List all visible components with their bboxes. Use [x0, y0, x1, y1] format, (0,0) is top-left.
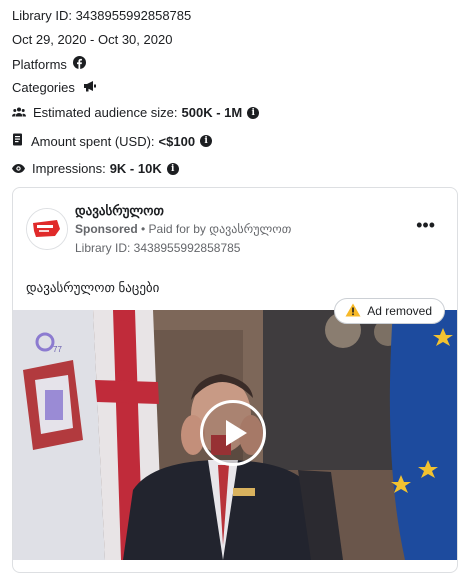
facebook-icon — [72, 56, 86, 72]
ad-library-id: Library ID: 3438955992858785 — [75, 241, 241, 255]
platforms-row: Platforms — [12, 56, 86, 72]
sponsored-label: Sponsored — [75, 222, 138, 236]
warning-icon — [345, 303, 361, 320]
spent-label: Amount spent (USD): — [31, 133, 155, 149]
categories-row: Categories — [12, 80, 97, 95]
paid-for-label: • Paid for by დავასრულოთ — [141, 222, 292, 236]
audience-value: 500K - 1M — [181, 105, 243, 120]
date-range: Oct 29, 2020 - Oct 30, 2020 — [12, 32, 173, 47]
info-icon[interactable]: i — [247, 106, 260, 119]
play-button[interactable] — [200, 400, 266, 466]
receipt-icon — [12, 133, 24, 149]
page-avatar[interactable] — [26, 208, 68, 250]
play-icon — [226, 420, 247, 446]
info-icon[interactable]: i — [166, 162, 179, 175]
info-icon[interactable]: i — [200, 135, 213, 147]
audience-label: Estimated audience size: — [33, 105, 178, 120]
ad-preview-card: დავასრულოთ Sponsored • Paid for by დავას… — [12, 187, 458, 573]
impressions-row: Impressions: 9K - 10K i — [12, 161, 179, 176]
svg-text:77: 77 — [53, 345, 62, 354]
impressions-label: Impressions: — [32, 161, 106, 176]
megaphone-icon — [83, 80, 97, 95]
ad-body-text: დავასრულოთ ნაცები — [26, 280, 160, 295]
spent-value: <$100 — [158, 133, 196, 149]
page-name[interactable]: დავასრულოთ — [75, 203, 164, 219]
ad-removed-label: Ad removed — [367, 304, 432, 318]
people-icon — [12, 105, 26, 120]
spent-row: Amount spent (USD): <$100 i — [12, 133, 213, 149]
platforms-label: Platforms — [12, 56, 67, 72]
impressions-value: 9K - 10K — [109, 161, 162, 176]
sponsored-line: Sponsored • Paid for by დავასრულოთ — [75, 222, 291, 236]
categories-label: Categories — [12, 80, 75, 95]
ad-video[interactable]: 77 — [13, 310, 457, 560]
eye-icon — [12, 161, 25, 176]
more-options-button[interactable]: ••• — [416, 216, 435, 234]
library-id-line: Library ID: 3438955992858785 — [12, 8, 192, 23]
audience-row: Estimated audience size: 500K - 1M i — [12, 105, 260, 120]
ad-removed-badge: Ad removed — [334, 298, 445, 324]
